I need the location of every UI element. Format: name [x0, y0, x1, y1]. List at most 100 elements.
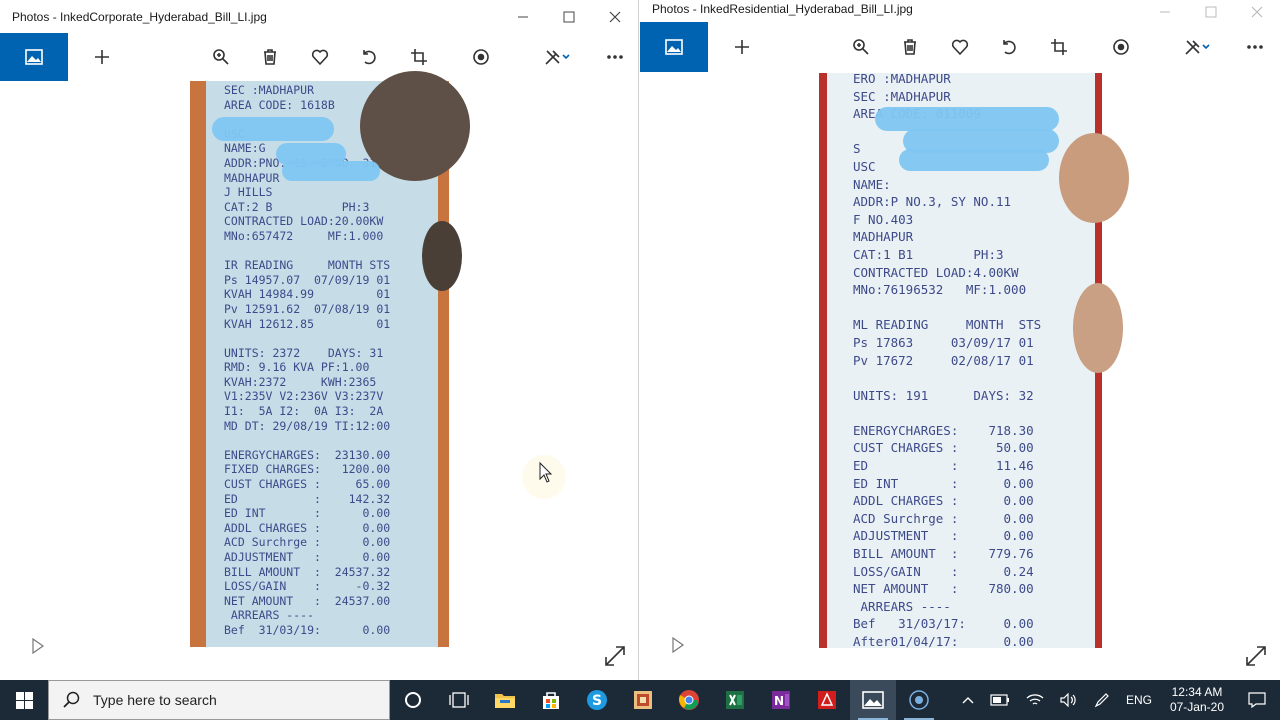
add-button[interactable]: [84, 33, 120, 81]
volume-button[interactable]: [1052, 680, 1086, 720]
taskbar-search[interactable]: Type here to search: [48, 680, 390, 720]
see-all-photos-button[interactable]: [640, 22, 708, 72]
file-explorer-button[interactable]: [482, 680, 528, 720]
rotate-icon: [1003, 40, 1016, 55]
receipt-line: MNo:657472 MF:1.000: [224, 228, 384, 243]
finger: [422, 221, 462, 291]
chrome-icon: [679, 690, 699, 710]
redaction-mark: [282, 161, 380, 181]
delete-button[interactable]: [892, 22, 928, 72]
photo-toolbar: [640, 22, 1280, 72]
clock-time: 12:34 AM: [1171, 685, 1223, 699]
archive-app-icon: [634, 691, 652, 709]
crop-button[interactable]: [1041, 22, 1077, 72]
expand-icon[interactable]: [1245, 645, 1267, 667]
photos-taskbar-button[interactable]: [850, 680, 896, 720]
receipt-line: MD DT: 29/08/19 TI:12:00: [224, 418, 391, 433]
recorder-button[interactable]: [896, 680, 942, 720]
maximize-button[interactable]: [1188, 2, 1234, 22]
receipt-line: Ps 17863 03/09/17 01: [853, 334, 1034, 350]
notifications-button[interactable]: [1234, 680, 1280, 720]
receipt-line: Pv 17672 02/08/17 01: [853, 352, 1034, 368]
photo-icon: [25, 49, 43, 65]
finger: [1073, 283, 1123, 373]
app-button[interactable]: [620, 680, 666, 720]
svg-text:S: S: [592, 693, 602, 709]
zoom-icon: [853, 39, 869, 55]
zoom-icon: [213, 49, 229, 65]
delete-button[interactable]: [252, 33, 288, 81]
enhance-icon: [1113, 39, 1129, 55]
more-button[interactable]: [597, 33, 633, 81]
pen-button[interactable]: [1086, 680, 1118, 720]
photo-icon: [665, 39, 683, 55]
rotate-button[interactable]: [351, 33, 387, 81]
minimize-button[interactable]: [500, 0, 546, 33]
zoom-button[interactable]: [843, 22, 879, 72]
favorite-button[interactable]: [302, 33, 338, 81]
title-bar[interactable]: Photos - InkedResidential_Hyderabad_Bill…: [640, 0, 1280, 22]
photo-viewer[interactable]: SEC :MADHAPURAREA CODE: 1618BUSCNAME:GAD…: [0, 71, 638, 680]
show-hidden-icons-button[interactable]: [954, 680, 982, 720]
enhance-button[interactable]: [463, 33, 499, 81]
receipt-line: KVAH 12612.85 01: [224, 316, 391, 331]
wifi-button[interactable]: [1018, 680, 1052, 720]
onenote-icon: N: [772, 691, 790, 709]
search-placeholder: Type here to search: [93, 692, 217, 708]
close-button[interactable]: [1234, 2, 1280, 22]
record-icon: [909, 690, 929, 710]
input-language[interactable]: ENG: [1118, 680, 1160, 720]
cortana-icon: [405, 692, 421, 708]
pen-icon: [1094, 693, 1109, 708]
favorite-icon: [951, 39, 969, 56]
close-button[interactable]: [592, 0, 638, 33]
clock[interactable]: 12:34 AM 07-Jan-20: [1160, 680, 1234, 720]
receipt-line: CAT:1 B1 PH:3: [853, 246, 1004, 262]
delete-icon: [904, 39, 916, 55]
more-icon: [1247, 45, 1263, 49]
photos-window-right[interactable]: Photos - InkedResidential_Hyderabad_Bill…: [640, 0, 1280, 680]
photo-viewer[interactable]: ERO :MADHAPURSEC :MADHAPURAREA CODE: 011…: [640, 72, 1280, 680]
excel-icon: [726, 691, 744, 709]
edit-draw-button[interactable]: [1174, 22, 1220, 72]
window-title: Photos - InkedCorporate_Hyderabad_Bill_L…: [12, 9, 267, 24]
volume-icon: [1060, 693, 1076, 707]
slideshow-arrow-icon[interactable]: [31, 638, 45, 654]
acrobat-button[interactable]: [804, 680, 850, 720]
chevron-up-icon: [962, 697, 974, 704]
enhance-button[interactable]: [1103, 22, 1139, 72]
cortana-button[interactable]: [390, 680, 436, 720]
store-icon: [543, 692, 559, 709]
see-all-photos-button[interactable]: [0, 33, 68, 81]
edit-draw-icon: [545, 50, 570, 65]
excel-button[interactable]: [712, 680, 758, 720]
rotate-button[interactable]: [991, 22, 1027, 72]
favorite-button[interactable]: [942, 22, 978, 72]
more-icon: [607, 55, 623, 59]
start-button[interactable]: [0, 680, 48, 720]
battery-icon: [990, 694, 1009, 706]
task-view-button[interactable]: [436, 680, 482, 720]
add-icon: [95, 50, 109, 64]
search-icon: [63, 691, 80, 708]
edit-draw-button[interactable]: [534, 33, 580, 81]
crop-icon: [411, 49, 427, 65]
cursor-highlight: [522, 455, 566, 499]
minimize-button[interactable]: [1142, 2, 1188, 22]
skype-button[interactable]: S: [574, 680, 620, 720]
chrome-button[interactable]: [666, 680, 712, 720]
acrobat-icon: [818, 691, 836, 709]
slideshow-arrow-icon[interactable]: [671, 637, 685, 653]
onenote-button[interactable]: N: [758, 680, 804, 720]
battery-button[interactable]: [982, 680, 1018, 720]
store-button[interactable]: [528, 680, 574, 720]
more-button[interactable]: [1237, 22, 1273, 72]
maximize-button[interactable]: [546, 0, 592, 33]
photos-window-left[interactable]: Photos - InkedCorporate_Hyderabad_Bill_L…: [0, 0, 639, 680]
redaction-mark: [212, 117, 334, 141]
expand-icon[interactable]: [604, 645, 626, 667]
title-bar[interactable]: Photos - InkedCorporate_Hyderabad_Bill_L…: [0, 0, 638, 33]
zoom-button[interactable]: [203, 33, 239, 81]
add-button[interactable]: [724, 22, 760, 72]
receipt-line: MNo:76196532 MF:1.000: [853, 282, 1027, 298]
